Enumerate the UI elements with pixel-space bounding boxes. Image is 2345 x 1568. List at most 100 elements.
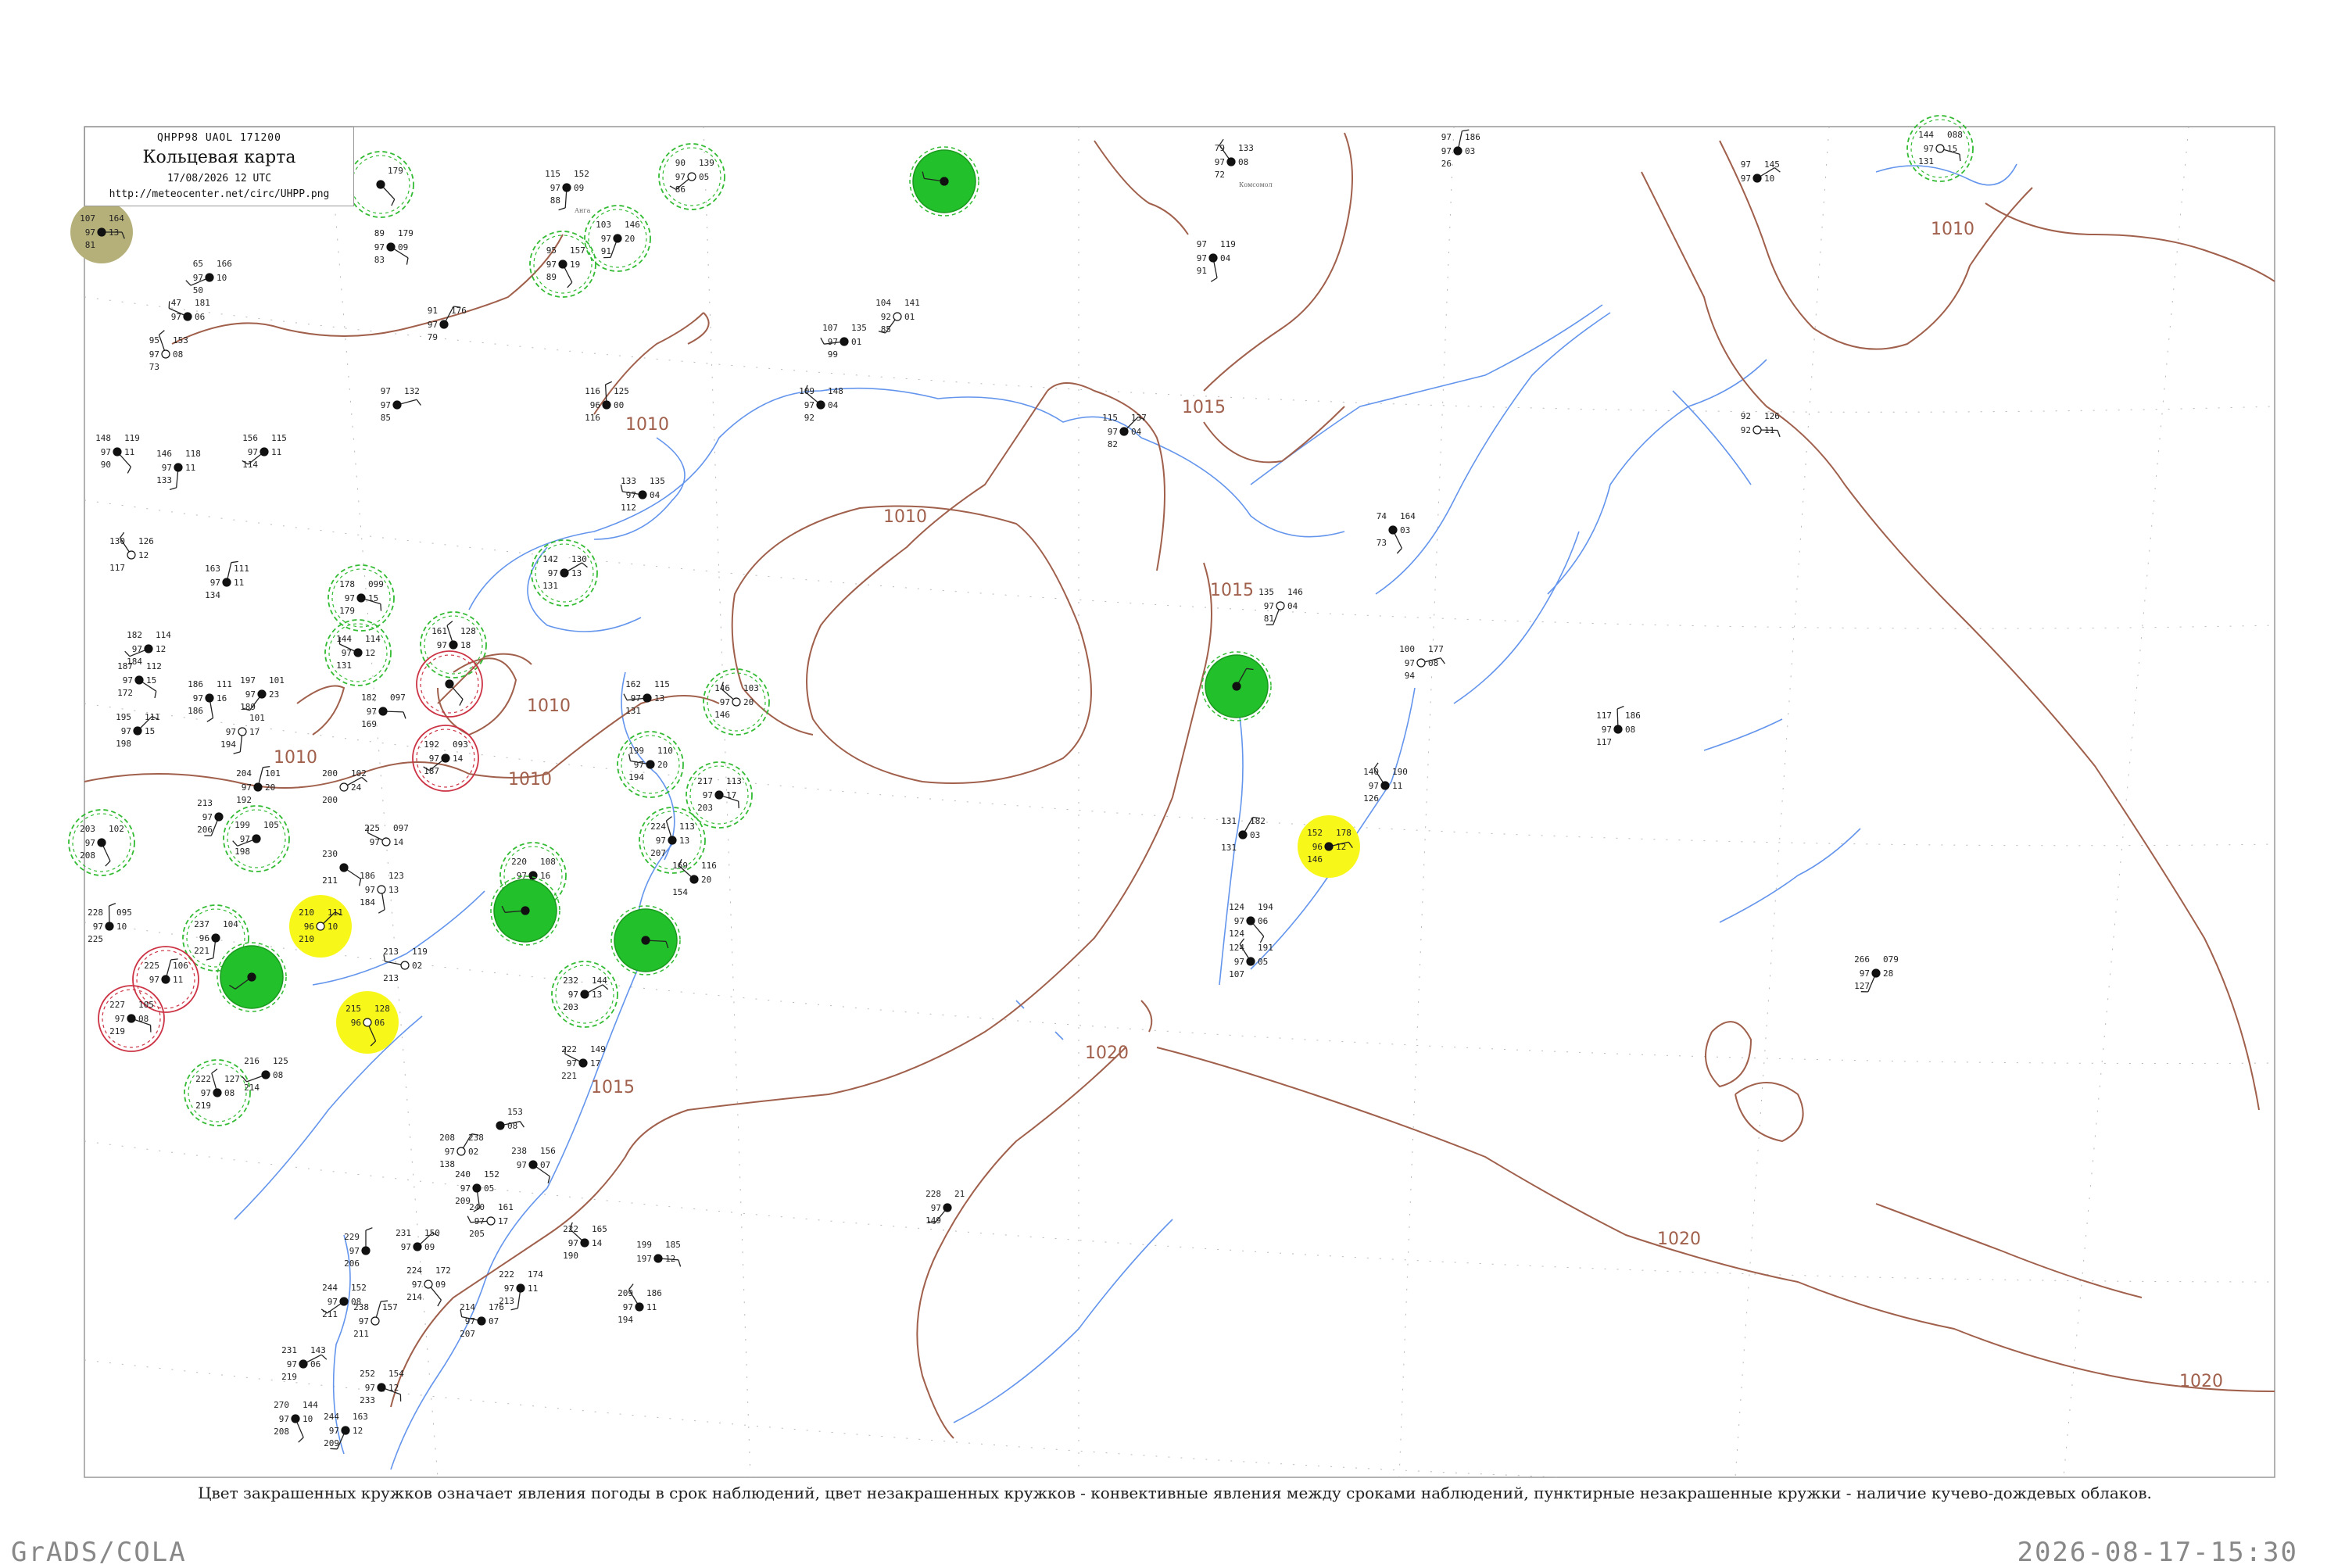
station-value-tr: 106: [173, 961, 188, 971]
station-s69[interactable]: 2109621011110: [289, 895, 352, 958]
station-value-tr: 127: [224, 1074, 240, 1084]
station-value-mr: 13: [388, 885, 399, 895]
station-dot: [635, 1303, 643, 1311]
station-value-bl: 206: [197, 825, 213, 835]
station-value-ml: 97: [474, 1216, 485, 1226]
station-value-tr: 148: [828, 386, 843, 396]
station-value-bl: 91: [1197, 266, 1207, 276]
station-value-ml: 97: [517, 1160, 527, 1170]
station-dot: [258, 690, 266, 698]
station-dot: [342, 1427, 349, 1434]
station-value-bl: 198: [116, 739, 131, 749]
station-dot: [690, 875, 698, 883]
station-value-tl: 238: [353, 1302, 369, 1312]
station-dot: [377, 181, 385, 188]
station-value-mr: 04: [1287, 601, 1298, 611]
station-dot: [442, 754, 449, 762]
station-value-ml: 97: [1215, 157, 1225, 167]
station-value-mr: 10: [328, 922, 338, 932]
station-dot: [378, 1384, 385, 1391]
isobar-label: 1010: [1931, 220, 1974, 239]
station-value-mr: 14: [592, 1238, 603, 1248]
station-value-mr: 10: [116, 922, 127, 932]
station-value-mr: 06: [310, 1359, 320, 1369]
station-value-bl: 79: [428, 332, 438, 342]
station-value-tl: 91: [428, 306, 438, 316]
legend-caption: Цвет закрашенных кружков означает явлени…: [84, 1484, 2265, 1502]
station-dot: [1614, 725, 1622, 733]
station-value-ml: 97: [548, 568, 558, 578]
station-value-mr: 11: [185, 463, 195, 473]
station-value-bl: 184: [360, 897, 375, 908]
map-url[interactable]: http://meteocenter.net/circ/UHPP.png: [85, 188, 353, 200]
station-value-ml: 97: [349, 1246, 360, 1256]
station-value-ml: 97: [85, 227, 95, 238]
station-value-bl: 210: [299, 934, 314, 944]
station-value-ml: 97: [193, 693, 203, 703]
station-value-tr: 153: [173, 335, 188, 345]
station-value-mr: 15: [145, 726, 155, 736]
station-value-ml: 97: [631, 693, 641, 703]
station-value-tl: 146: [714, 683, 730, 693]
station-value-tr: 125: [614, 386, 629, 396]
station-value-mr: 15: [146, 675, 156, 686]
station-value-tl: 161: [431, 626, 447, 636]
station-dot: [184, 313, 192, 320]
station-s62[interactable]: 1529614617812: [1298, 815, 1360, 878]
station-dot: [248, 973, 256, 981]
station-value-mr: 20: [657, 760, 668, 770]
station-s1[interactable]: 107978116413: [70, 201, 133, 263]
station-value-tr: 145: [1764, 159, 1780, 170]
station-value-tr: 144: [303, 1400, 318, 1410]
station-dot: [639, 491, 646, 499]
station-value-ml: 96: [1312, 842, 1323, 852]
station-value-ml: 97: [329, 1426, 339, 1436]
station-value-bl: 85: [381, 413, 391, 423]
station-value-bl: 82: [1108, 439, 1118, 449]
station-s79[interactable]: 2159612806: [336, 991, 399, 1054]
station-dot: [1753, 426, 1761, 434]
station-dot: [382, 838, 390, 846]
station-value-mr: 18: [460, 640, 471, 650]
station-value-mr: 09: [424, 1242, 435, 1252]
station-value-mr: 14: [393, 837, 404, 847]
station-dot: [688, 173, 696, 181]
station-value-tl: 186: [188, 679, 203, 689]
station-value-tl: 97: [1741, 159, 1751, 170]
station-value-mr: 14: [453, 754, 464, 764]
station-value-bl: 112: [621, 503, 636, 513]
station-value-tl: 130: [109, 536, 125, 546]
station-value-tr: 093: [453, 739, 468, 750]
station-value-tr: 141: [904, 298, 920, 308]
station-dot: [363, 1018, 371, 1026]
station-value-tl: 216: [244, 1056, 260, 1066]
station-dot: [215, 813, 223, 821]
station-value-bl: 83: [374, 255, 385, 265]
station-value-tl: 240: [455, 1169, 471, 1180]
isobar-label: 1015: [1210, 581, 1254, 600]
station-value-mr: 09: [398, 242, 408, 252]
station-dot: [292, 1415, 299, 1423]
station-value-tl: 104: [875, 298, 891, 308]
station-value-bl: 225: [88, 934, 103, 944]
station-value-ml: 97: [367, 707, 377, 717]
station-value-tr: 166: [217, 259, 232, 269]
station-dot: [162, 976, 170, 983]
station-value-tl: 232: [563, 976, 578, 986]
station-value-mr: 20: [701, 875, 711, 885]
station-value-mr: 08: [273, 1070, 283, 1080]
station-value-bl: 131: [625, 706, 641, 716]
station-value-tl: 100: [1399, 644, 1415, 654]
station-value-tl: 97: [381, 386, 391, 396]
station-value-ml: 97: [381, 400, 391, 410]
isobar-label: 1020: [2179, 1372, 2223, 1391]
station-value-tr: 172: [435, 1265, 451, 1276]
station-value-tr: 174: [528, 1269, 543, 1280]
station-value-bl: 81: [85, 240, 95, 250]
station-value-tr: 156: [540, 1146, 556, 1156]
station-value-bl: 73: [1377, 538, 1387, 548]
station-dot: [1381, 782, 1389, 789]
station-value-ml: 97: [240, 834, 250, 844]
station-dot: [254, 783, 262, 791]
station-value-bl: 138: [439, 1159, 455, 1169]
